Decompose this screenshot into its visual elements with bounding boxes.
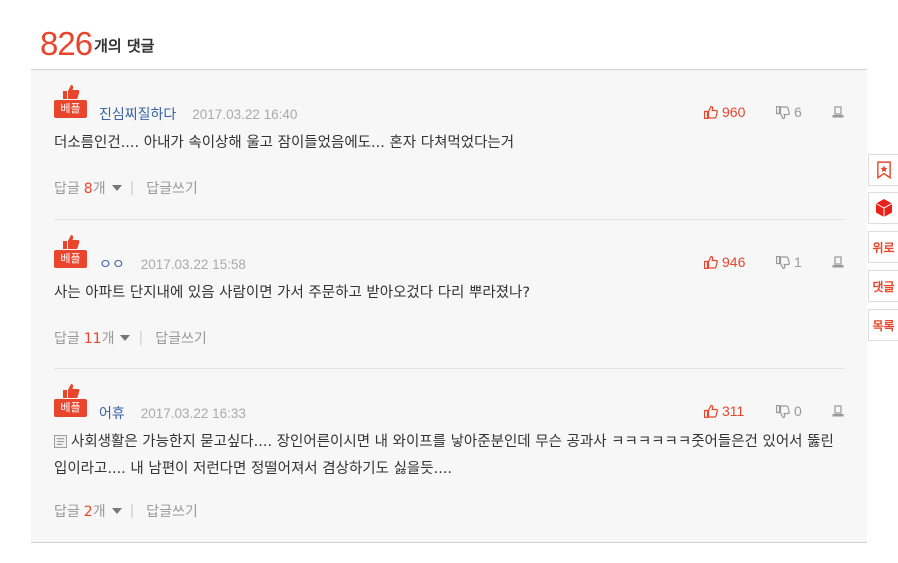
report-icon <box>832 405 844 417</box>
upvote-button[interactable]: 946 <box>704 254 776 270</box>
upvote-count: 946 <box>722 254 746 270</box>
thumbs-up-icon <box>704 105 718 119</box>
report-button[interactable] <box>832 256 844 268</box>
upvote-button[interactable]: 311 <box>704 403 776 419</box>
comment-date: 2017.03.22 16:33 <box>140 405 246 421</box>
upvote-button[interactable]: 960 <box>704 104 776 120</box>
downvote-count: 0 <box>794 403 802 419</box>
comment-text: 더소름인건.... 아내가 속이상해 울고 잠이들었음에도... 혼자 다쳐먹었… <box>54 135 515 151</box>
downvote-button[interactable]: 6 <box>776 104 832 120</box>
write-reply-link[interactable]: 답글쓰기 <box>155 328 207 348</box>
best-badge: 베플 <box>54 84 87 118</box>
list-button[interactable]: 목록 <box>868 309 898 341</box>
comment-item: 베플 어휴 2017.03.22 16:33 311 0 사회생활은 가능한지 … <box>54 383 844 533</box>
write-reply-link[interactable]: 답글쓰기 <box>146 178 198 198</box>
reply-count: 8 <box>83 181 93 197</box>
comment-text: 사는 아파트 단지내에 있음 사람이면 가서 주문하고 받아오겄다 다리 뿌라졌… <box>54 285 531 301</box>
reply-unit: 개 <box>92 181 106 197</box>
comment-meta: 어휴 2017.03.22 16:33 <box>99 403 246 423</box>
caret-down-icon[interactable] <box>111 508 122 514</box>
report-button[interactable] <box>832 106 844 118</box>
share-cube-icon <box>875 199 892 217</box>
bookmark-button[interactable] <box>868 154 898 186</box>
comments-jump-button[interactable]: 댓글 <box>868 270 898 302</box>
downvote-count: 1 <box>794 254 802 270</box>
comment-text: 사회생활은 가능한지 묻고싶다.... 장인어른이시면 내 와이프를 낳아준분인… <box>54 429 844 483</box>
reply-toggle[interactable]: 답글 8개 <box>54 178 106 198</box>
image-attachment-icon <box>54 435 67 448</box>
comments-header: 826 개의 댓글 <box>40 22 155 62</box>
comment-item: 베플 ㅇㅇ 2017.03.22 15:58 946 1 사는 아파트 단지내에… <box>54 234 844 364</box>
reply-count: 11 <box>83 331 102 347</box>
comment-item: 베플 진심찌질하다 2017.03.22 16:40 960 6 더소름인건..… <box>54 84 844 214</box>
vote-group: 946 1 <box>704 254 844 270</box>
best-tag: 베플 <box>54 250 87 268</box>
reply-bar: 답글 2개 | 답글쓰기 <box>54 501 198 521</box>
comment-divider <box>54 219 844 220</box>
best-badge: 베플 <box>54 383 87 417</box>
reply-unit: 개 <box>101 331 115 347</box>
thumbs-up-icon <box>63 235 80 249</box>
caret-down-icon[interactable] <box>111 185 122 191</box>
reply-toggle[interactable]: 답글 2개 <box>54 501 106 521</box>
share-button[interactable] <box>868 192 898 224</box>
reply-bar: 답글 11개 | 답글쓰기 <box>54 328 207 348</box>
comment-author[interactable]: ㅇㅇ <box>99 254 125 274</box>
vote-group: 311 0 <box>704 403 844 419</box>
report-button[interactable] <box>832 405 844 417</box>
thumbs-up-icon <box>63 85 80 99</box>
reply-label: 답글 <box>54 181 80 197</box>
downvote-count: 6 <box>794 104 802 120</box>
write-reply-link[interactable]: 답글쓰기 <box>146 501 198 521</box>
comment-author[interactable]: 어휴 <box>99 403 125 423</box>
thumbs-up-icon <box>704 255 718 269</box>
report-icon <box>832 256 844 268</box>
downvote-button[interactable]: 1 <box>776 254 832 270</box>
comment-divider <box>54 368 844 369</box>
thumbs-down-icon <box>776 255 790 269</box>
upvote-count: 311 <box>722 403 745 419</box>
reply-label: 답글 <box>54 504 80 520</box>
vote-group: 960 6 <box>704 104 844 120</box>
best-tag: 베플 <box>54 100 87 118</box>
comment-count-suffix: 개의 댓글 <box>94 37 155 55</box>
divider: | <box>129 180 135 196</box>
downvote-button[interactable]: 0 <box>776 403 832 419</box>
best-tag: 베플 <box>54 399 87 417</box>
thumbs-up-icon <box>704 404 718 418</box>
comment-count: 826 <box>40 25 93 62</box>
comment-date: 2017.03.22 15:58 <box>140 256 246 272</box>
report-icon <box>832 106 844 118</box>
caret-down-icon[interactable] <box>120 335 131 341</box>
divider: | <box>129 503 135 519</box>
best-comments-panel: 베플 진심찌질하다 2017.03.22 16:40 960 6 더소름인건..… <box>31 69 867 543</box>
bookmark-icon <box>876 161 891 179</box>
upvote-count: 960 <box>722 104 746 120</box>
thumbs-up-icon <box>63 384 80 398</box>
reply-bar: 답글 8개 | 답글쓰기 <box>54 178 198 198</box>
comment-meta: 진심찌질하다 2017.03.22 16:40 <box>99 104 297 124</box>
reply-unit: 개 <box>92 504 106 520</box>
best-badge: 베플 <box>54 234 87 268</box>
reply-toggle[interactable]: 답글 11개 <box>54 328 114 348</box>
comment-meta: ㅇㅇ 2017.03.22 15:58 <box>99 254 246 274</box>
reply-count: 2 <box>83 504 93 520</box>
divider: | <box>138 330 144 346</box>
thumbs-down-icon <box>776 404 790 418</box>
scroll-top-button[interactable]: 위로 <box>868 231 898 263</box>
comment-date: 2017.03.22 16:40 <box>192 106 298 122</box>
comment-text-content: 사회생활은 가능한지 묻고싶다.... 장인어른이시면 내 와이프를 낳아준분인… <box>54 434 834 477</box>
comment-author[interactable]: 진심찌질하다 <box>99 104 176 124</box>
reply-label: 답글 <box>54 331 80 347</box>
thumbs-down-icon <box>776 105 790 119</box>
